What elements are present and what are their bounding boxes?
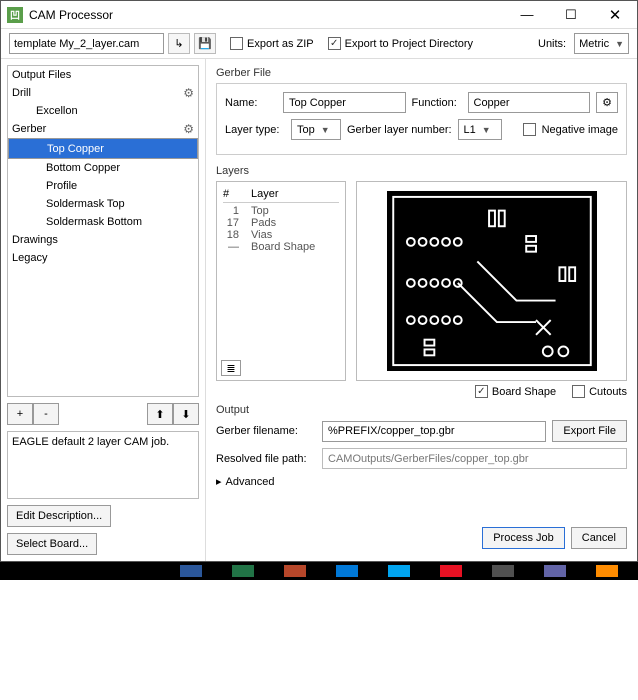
close-button[interactable]: ✕ — [593, 1, 637, 29]
layers-group-label: Layers — [216, 165, 627, 177]
template-path-input[interactable] — [9, 33, 164, 54]
window-title: CAM Processor — [29, 8, 505, 22]
select-board-button[interactable]: Select Board... — [7, 533, 97, 555]
dialog-footer: Process Job Cancel — [216, 527, 627, 553]
triangle-right-icon: ▸ — [216, 475, 222, 488]
col-layer: Layer — [251, 188, 279, 200]
gerber-file-group-label: Gerber File — [216, 67, 627, 79]
advanced-toggle[interactable]: ▸ Advanced — [216, 475, 627, 488]
advanced-label: Advanced — [226, 476, 275, 488]
col-num: # — [223, 188, 239, 200]
layer-row[interactable]: 17Pads — [223, 217, 339, 229]
edit-description-button[interactable]: Edit Description... — [7, 505, 111, 527]
output-group-label: Output — [216, 404, 627, 416]
export-zip-checkbox[interactable] — [230, 37, 243, 50]
add-output-button[interactable]: + — [7, 403, 33, 425]
negative-image-label: Negative image — [542, 124, 618, 136]
gear-icon: ⚙ — [602, 96, 612, 109]
titlebar: 凹 CAM Processor — ☐ ✕ — [1, 1, 637, 29]
gerber-filename-input[interactable]: %PREFIX/copper_top.gbr — [322, 421, 546, 442]
resolved-path-value: CAMOutputs/GerberFiles/copper_top.gbr — [322, 448, 627, 469]
chevron-down-icon: ▼ — [321, 125, 330, 135]
tree-item[interactable]: Legacy — [8, 249, 198, 267]
function-label: Function: — [412, 97, 462, 109]
minimize-button[interactable]: — — [505, 1, 549, 29]
resolved-path-label: Resolved file path: — [216, 453, 316, 465]
layers-group: # Layer 1Top17Pads18Vias—Board Shape ≣ — [216, 181, 627, 381]
description-box: EAGLE default 2 layer CAM job. — [7, 431, 199, 499]
export-project-dir-checkbox[interactable]: ✓ — [328, 37, 341, 50]
tree-item[interactable]: Soldermask Top — [8, 195, 198, 213]
app-icon: 凹 — [7, 7, 23, 23]
open-template-button[interactable]: ↳ — [168, 33, 190, 54]
cutouts-label: Cutouts — [589, 386, 627, 398]
layers-icon: ≣ — [226, 362, 235, 375]
output-files-tree[interactable]: Output Files Drill⚙ExcellonGerber⚙Top Co… — [7, 65, 199, 397]
cancel-button[interactable]: Cancel — [571, 527, 627, 549]
tree-item[interactable]: Top Copper — [8, 138, 198, 159]
left-pane: Output Files Drill⚙ExcellonGerber⚙Top Co… — [1, 59, 206, 561]
layer-row[interactable]: 18Vias — [223, 229, 339, 241]
tree-item[interactable]: Gerber⚙ — [8, 120, 198, 138]
taskbar-fragment — [0, 562, 638, 580]
layer-type-select[interactable]: Top▼ — [291, 119, 341, 140]
negative-image-checkbox[interactable] — [523, 123, 536, 136]
export-zip-label: Export as ZIP — [247, 38, 314, 50]
name-label: Name: — [225, 97, 277, 109]
tree-item[interactable]: Excellon — [8, 102, 198, 120]
layer-row[interactable]: 1Top — [223, 205, 339, 217]
save-template-button[interactable]: 💾 — [194, 33, 216, 54]
board-shape-label: Board Shape — [492, 386, 556, 398]
name-input[interactable]: Top Copper — [283, 92, 406, 113]
layers-edit-button[interactable]: ≣ — [221, 360, 241, 376]
gear-icon[interactable]: ⚙ — [183, 86, 194, 100]
tree-item[interactable]: Bottom Copper — [8, 159, 198, 177]
right-pane: Gerber File Name: Top Copper Function: C… — [206, 59, 637, 561]
export-project-dir-label: Export to Project Directory — [345, 38, 473, 50]
gerber-filename-label: Gerber filename: — [216, 425, 316, 437]
move-up-button[interactable]: ⬆ — [147, 403, 173, 425]
layers-list[interactable]: # Layer 1Top17Pads18Vias—Board Shape ≣ — [216, 181, 346, 381]
preview-panel — [356, 181, 627, 381]
layer-row[interactable]: —Board Shape — [223, 241, 339, 253]
units-label: Units: — [538, 38, 566, 50]
units-select[interactable]: Metric ▼ — [574, 33, 629, 54]
tree-item[interactable]: Drawings — [8, 231, 198, 249]
remove-output-button[interactable]: - — [33, 403, 59, 425]
process-job-button[interactable]: Process Job — [482, 527, 565, 549]
chevron-down-icon: ▼ — [615, 39, 624, 49]
toolbar: ↳ 💾 Export as ZIP ✓ Export to Project Di… — [1, 29, 637, 59]
gerber-preview — [387, 191, 597, 371]
tree-item[interactable]: Profile — [8, 177, 198, 195]
move-down-button[interactable]: ⬇ — [173, 403, 199, 425]
chevron-down-icon: ▼ — [482, 125, 491, 135]
gerber-layer-number-label: Gerber layer number: — [347, 124, 452, 136]
board-shape-checkbox[interactable]: ✓ — [475, 385, 488, 398]
export-file-button[interactable]: Export File — [552, 420, 627, 442]
cutouts-checkbox[interactable] — [572, 385, 585, 398]
gear-icon[interactable]: ⚙ — [183, 122, 194, 136]
tree-item[interactable]: Drill⚙ — [8, 84, 198, 102]
cam-processor-window: 凹 CAM Processor — ☐ ✕ ↳ 💾 Export as ZIP … — [0, 0, 638, 562]
output-group: Gerber filename: %PREFIX/copper_top.gbr … — [216, 420, 627, 488]
function-input[interactable]: Copper — [468, 92, 591, 113]
gerber-layer-number-select[interactable]: L1▼ — [458, 119, 502, 140]
save-icon: 💾 — [198, 37, 212, 50]
maximize-button[interactable]: ☐ — [549, 1, 593, 29]
function-settings-button[interactable]: ⚙ — [596, 92, 618, 113]
tree-heading: Output Files — [8, 66, 198, 84]
gerber-file-group: Name: Top Copper Function: Copper ⚙ Laye… — [216, 83, 627, 155]
units-value: Metric — [579, 38, 609, 50]
tree-item[interactable]: Soldermask Bottom — [8, 213, 198, 231]
layer-type-label: Layer type: — [225, 124, 285, 136]
folder-arrow-icon: ↳ — [174, 37, 183, 50]
